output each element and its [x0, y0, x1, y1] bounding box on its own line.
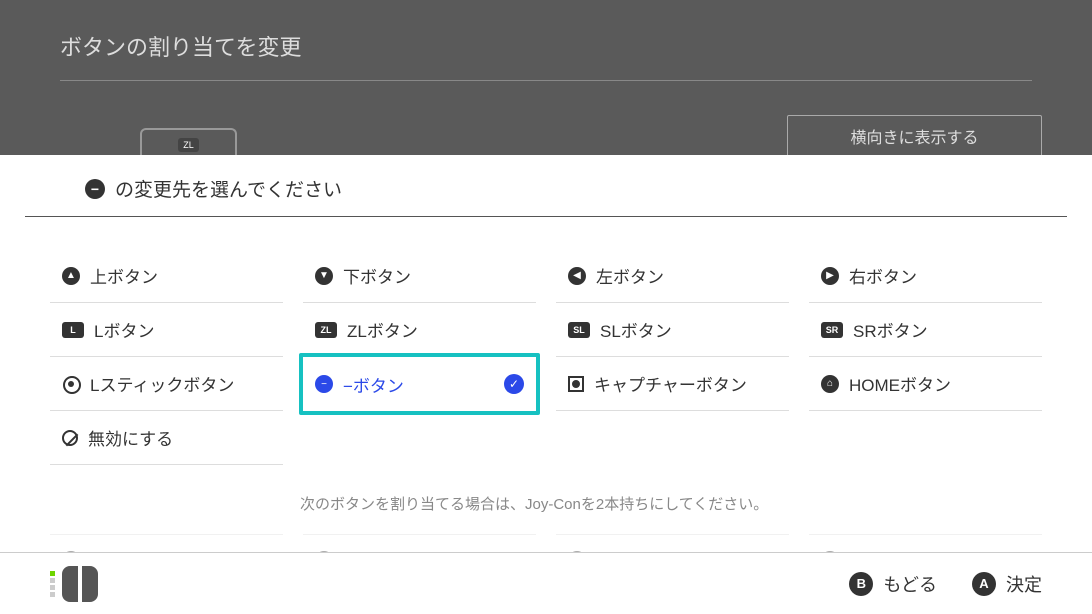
confirm-label: 決定 [1006, 571, 1042, 597]
home-button-icon: ⌂ [821, 375, 839, 393]
option-capture[interactable]: キャプチャーボタン [556, 357, 789, 411]
modal-header: − の変更先を選んでください [25, 155, 1067, 217]
b-badge-icon: B [849, 572, 873, 596]
option-sl[interactable]: SL SLボタン [556, 303, 789, 357]
minus-button-icon: − [315, 375, 333, 393]
orientation-toggle-label: 横向きに表示する [850, 124, 978, 148]
option-minus[interactable]: − −ボタン ✓ [299, 353, 540, 415]
dpad-up-icon: ▲ [62, 267, 80, 285]
note-text: 次のボタンを割り当てる場合は、Joy-Conを2本持ちにしてください。 [250, 465, 1092, 514]
option-label: −ボタン [343, 372, 404, 397]
option-disable[interactable]: 無効にする [50, 411, 283, 465]
controller-preview: ZL [140, 128, 237, 158]
zl-badge-icon: ZL [178, 138, 199, 152]
back-button[interactable]: B もどる [849, 571, 937, 597]
orientation-toggle-button[interactable]: 横向きに表示する [787, 115, 1042, 157]
option-l-stick[interactable]: Lスティックボタン [50, 357, 283, 411]
sl-button-icon: SL [568, 322, 590, 338]
button-remap-modal: − の変更先を選んでください ▲ 上ボタン ▼ 下ボタン ◀ 左ボタン ▶ 右ボ… [0, 155, 1092, 552]
l-stick-icon [62, 375, 80, 393]
bottom-actions: B もどる A 決定 [849, 571, 1042, 597]
option-right[interactable]: ▶ 右ボタン [809, 249, 1042, 303]
option-label: 無効にする [88, 425, 173, 450]
joycon-right-icon [82, 566, 98, 602]
player-lights-icon [50, 571, 55, 597]
back-label: もどる [883, 571, 937, 597]
option-label: SLボタン [600, 317, 672, 342]
option-left[interactable]: ◀ 左ボタン [556, 249, 789, 303]
zl-button-icon: ZL [315, 322, 337, 338]
dpad-down-icon: ▼ [315, 267, 333, 285]
bottom-bar: B もどる A 決定 [0, 552, 1092, 614]
modal-header-text: の変更先を選んでください [115, 175, 342, 202]
background-settings-page: ボタンの割り当てを変更 ZL 横向きに表示する [0, 0, 1092, 155]
dpad-left-icon: ◀ [568, 267, 586, 285]
option-l[interactable]: L Lボタン [50, 303, 283, 357]
disable-icon [62, 430, 78, 446]
option-zl[interactable]: ZL ZLボタン [303, 303, 536, 357]
option-up[interactable]: ▲ 上ボタン [50, 249, 283, 303]
minus-button-icon: − [85, 179, 105, 199]
option-down[interactable]: ▼ 下ボタン [303, 249, 536, 303]
option-home[interactable]: ⌂ HOMEボタン [809, 357, 1042, 411]
capture-button-icon [568, 376, 584, 392]
dpad-right-icon: ▶ [821, 267, 839, 285]
option-label: 左ボタン [596, 263, 664, 288]
page-title: ボタンの割り当てを変更 [60, 0, 1032, 81]
option-label: Lボタン [94, 317, 154, 342]
options-grid: ▲ 上ボタン ▼ 下ボタン ◀ 左ボタン ▶ 右ボタン L Lボタン ZL ZL… [0, 217, 1092, 465]
controller-indicator [50, 566, 98, 602]
option-label: 上ボタン [90, 263, 158, 288]
l-button-icon: L [62, 322, 84, 338]
option-sr[interactable]: SR SRボタン [809, 303, 1042, 357]
option-label: 下ボタン [343, 263, 411, 288]
option-label: キャプチャーボタン [594, 371, 747, 396]
joycon-left-icon [62, 566, 78, 602]
check-icon: ✓ [504, 374, 524, 394]
sr-button-icon: SR [821, 322, 843, 338]
option-label: ZLボタン [347, 317, 418, 342]
option-label: Lスティックボタン [90, 371, 234, 396]
option-label: 右ボタン [849, 263, 917, 288]
confirm-button[interactable]: A 決定 [972, 571, 1042, 597]
option-label: HOMEボタン [849, 371, 951, 396]
option-label: SRボタン [853, 317, 928, 342]
a-badge-icon: A [972, 572, 996, 596]
